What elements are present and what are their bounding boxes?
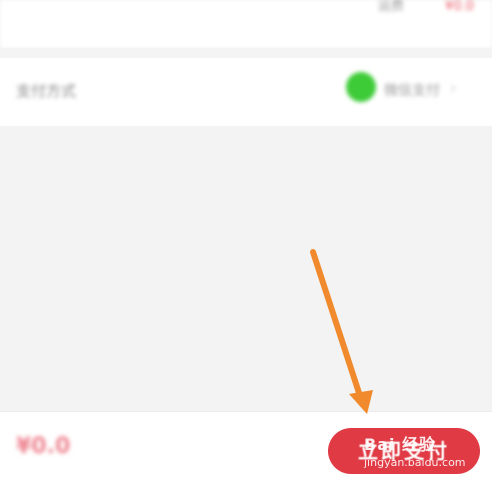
payment-method-value: 微信支付	[384, 83, 440, 99]
pay-now-button-label: 立即支付	[358, 439, 450, 463]
shipping-label: 运费	[377, 0, 404, 14]
chevron-right-icon: ›	[450, 78, 457, 97]
wechat-pay-icon	[346, 72, 376, 102]
payment-method-row[interactable]: 支付方式 微信支付 ›	[0, 58, 492, 126]
pay-now-button[interactable]: 立即支付	[328, 428, 480, 474]
top-summary-row: 运费 ¥0.0	[0, 0, 492, 48]
content-area	[0, 126, 492, 411]
total-price: ¥0.0	[16, 434, 71, 459]
section-divider	[0, 48, 492, 58]
shipping-amount: ¥0.0	[445, 0, 474, 14]
payment-method-label: 支付方式	[16, 82, 77, 100]
